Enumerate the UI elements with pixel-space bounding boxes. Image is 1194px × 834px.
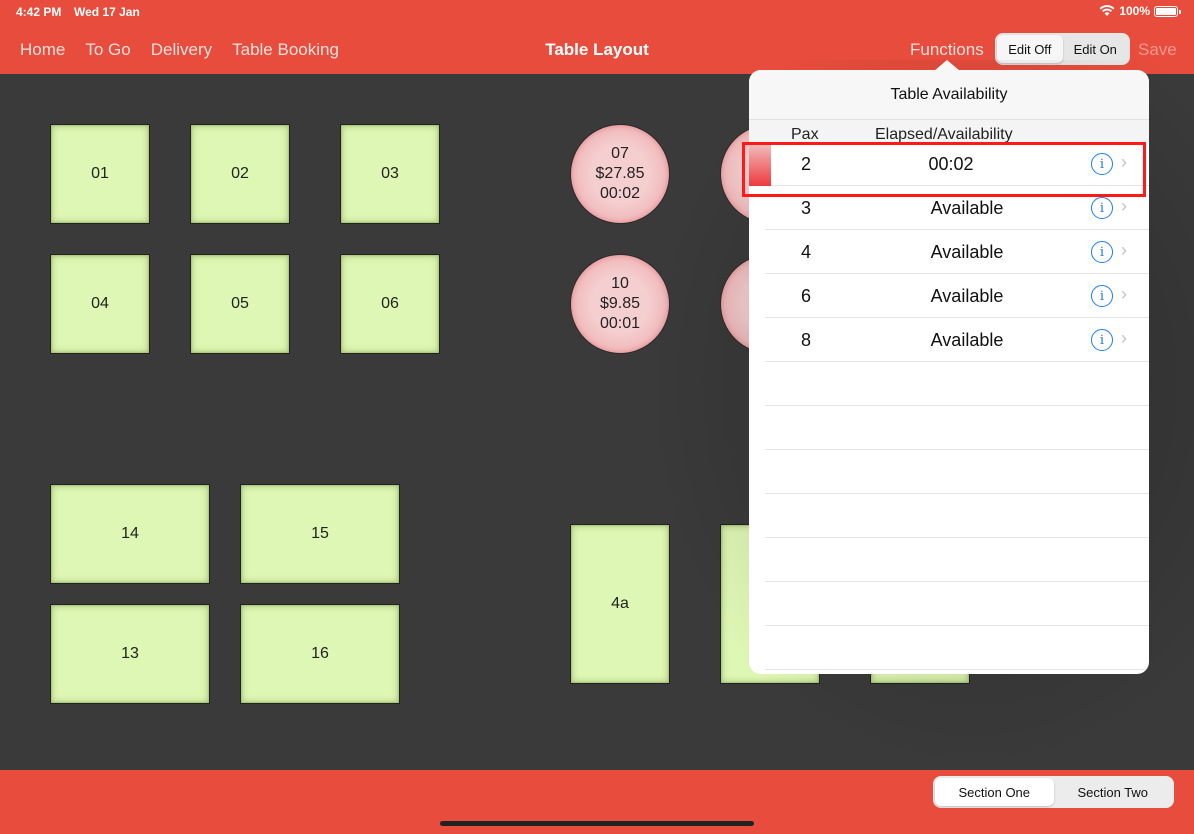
availability-row[interactable]: 2 00:02 i › [749, 142, 1149, 186]
battery-icon [1154, 5, 1181, 17]
row-pax: 6 [801, 286, 812, 306]
top-navigation-bar: 4:42 PM Wed 17 Jan 100% Home To Go Deliv… [0, 0, 1194, 74]
table-02[interactable]: 02 [190, 124, 290, 224]
availability-row[interactable]: 8 Available i › [765, 318, 1149, 362]
save-button[interactable]: Save [1138, 40, 1177, 60]
nav-home[interactable]: Home [20, 40, 65, 60]
table-number: 07 [611, 145, 629, 162]
table-4a[interactable]: 4a [570, 524, 670, 684]
row-pax: 4 [801, 242, 812, 262]
table-16[interactable]: 16 [240, 604, 400, 704]
row-status: Available [930, 198, 1004, 218]
table-07[interactable]: 07 $27.85 00:02 [570, 124, 670, 224]
row-pax: 3 [801, 198, 812, 218]
functions-button[interactable]: Functions [910, 40, 984, 60]
column-header: Pax Elapsed/Availability [749, 120, 1149, 142]
nav-links: Home To Go Delivery Table Booking [20, 40, 339, 60]
row-pax: 8 [801, 330, 812, 350]
info-icon[interactable]: i [1091, 153, 1113, 175]
availability-row[interactable]: 3 Available i › [765, 186, 1149, 230]
row-status: Available [930, 330, 1004, 350]
table-amount: $9.85 [599, 295, 641, 312]
nav-table-booking[interactable]: Table Booking [232, 40, 339, 60]
nav-delivery[interactable]: Delivery [151, 40, 212, 60]
empty-row [765, 362, 1149, 406]
info-icon[interactable]: i [1091, 285, 1113, 307]
table-04[interactable]: 04 [50, 254, 150, 354]
table-13[interactable]: 13 [50, 604, 210, 704]
table-03[interactable]: 03 [340, 124, 440, 224]
popover-title: Table Availability [749, 70, 1149, 120]
wifi-icon [1099, 5, 1115, 16]
column-pax: Pax [791, 126, 819, 142]
section-one-segment[interactable]: Section One [935, 778, 1054, 806]
empty-row [765, 406, 1149, 450]
chevron-right-icon: › [1121, 196, 1127, 216]
empty-row [765, 538, 1149, 582]
table-elapsed: 00:01 [599, 315, 641, 332]
edit-on-segment[interactable]: Edit On [1063, 35, 1129, 63]
row-pax: 2 [801, 154, 812, 174]
empty-row [765, 626, 1149, 670]
nav-to-go[interactable]: To Go [85, 40, 130, 60]
status-date: Wed 17 Jan [74, 5, 140, 19]
info-icon[interactable]: i [1091, 197, 1113, 219]
home-indicator[interactable] [440, 821, 754, 826]
table-05[interactable]: 05 [190, 254, 290, 354]
table-availability-popover: Table Availability Pax Elapsed/Availabil… [749, 70, 1149, 674]
status-indicators: 100% [1099, 4, 1181, 18]
empty-row [765, 582, 1149, 626]
edit-mode-segmented-control: Edit Off Edit On [995, 33, 1130, 65]
row-status: 00:02 [928, 154, 974, 174]
section-two-segment[interactable]: Section Two [1054, 778, 1173, 806]
empty-row [765, 450, 1149, 494]
table-number: 10 [611, 275, 629, 292]
table-06[interactable]: 06 [340, 254, 440, 354]
chevron-right-icon: › [1121, 152, 1127, 172]
table-amount: $27.85 [595, 165, 645, 182]
chevron-right-icon: › [1121, 240, 1127, 260]
column-elapsed: Elapsed/Availability [875, 126, 1013, 142]
row-status: Available [930, 286, 1004, 306]
table-14[interactable]: 14 [50, 484, 210, 584]
section-segmented-control: Section One Section Two [933, 776, 1174, 808]
status-time: 4:42 PM [16, 5, 62, 19]
table-15[interactable]: 15 [240, 484, 400, 584]
availability-row[interactable]: 4 Available i › [765, 230, 1149, 274]
chevron-right-icon: › [1121, 328, 1127, 348]
page-title: Table Layout [545, 40, 649, 59]
chevron-right-icon: › [1121, 284, 1127, 304]
battery-percent: 100% [1119, 4, 1150, 18]
occupied-flag [749, 142, 771, 186]
table-01[interactable]: 01 [50, 124, 150, 224]
info-icon[interactable]: i [1091, 329, 1113, 351]
table-elapsed: 00:02 [599, 185, 641, 202]
availability-row[interactable]: 6 Available i › [765, 274, 1149, 318]
edit-off-segment[interactable]: Edit Off [997, 35, 1063, 63]
empty-row [765, 494, 1149, 538]
info-icon[interactable]: i [1091, 241, 1113, 263]
table-10[interactable]: 10 $9.85 00:01 [570, 254, 670, 354]
row-status: Available [930, 242, 1004, 262]
